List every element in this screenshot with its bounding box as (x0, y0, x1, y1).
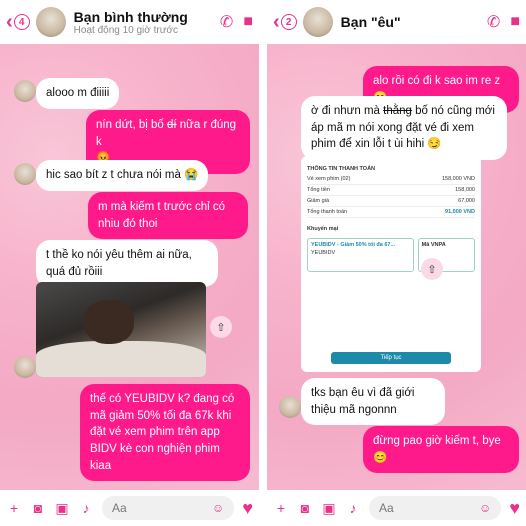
shared-photo[interactable] (36, 282, 206, 377)
coupon-title: Mã VNPA (421, 242, 446, 248)
unread-badge: 4 (13, 14, 30, 30)
message-outgoing: đừng pao giờ kiếm t, bye 😊 (363, 426, 519, 474)
coupon-title: YEUBIDV - Giảm 50% tối đa 67... (311, 242, 396, 248)
message-text: ờ đi nhưn mà (311, 105, 384, 117)
emoji-icon[interactable]: ☺ (479, 501, 491, 515)
payment-row: Tổng tiền 158,000 (307, 185, 475, 196)
contact-avatar-small (14, 163, 36, 185)
back-button[interactable]: ‹ 2 (273, 11, 297, 34)
continue-button[interactable]: Tiếp tục (331, 352, 451, 364)
contact-avatar-small (14, 80, 36, 102)
message-input[interactable]: Aa ☺ (369, 496, 502, 520)
image-icon[interactable]: ▣ (321, 500, 337, 517)
message-input-placeholder: Aa (112, 501, 127, 515)
payment-total: 91,000 VND (445, 209, 475, 215)
payment-value: 67,000 (458, 198, 475, 204)
video-call-icon[interactable]: ■ (510, 13, 520, 31)
phone-icon[interactable]: ✆ (487, 12, 500, 32)
payment-screenshot[interactable]: THÔNG TIN THANH TOÁN Vé xem phim (02) 158… (301, 156, 481, 372)
message-text: nín dứt, bị bố (96, 119, 167, 131)
coupon-card[interactable]: YEUBIDV - Giảm 50% tối đa 67... YEUBIDV (307, 238, 414, 272)
phone-icon[interactable]: ✆ (220, 12, 233, 32)
chat-header: ‹ 4 Bạn bình thường Hoạt động 10 giờ trướ… (0, 0, 259, 44)
composer-bar: + ◙ ▣ ♪ Aa ☺ ♥ (267, 490, 526, 526)
payment-item-row: Vé xem phim (02) 158,000 VND (307, 174, 475, 185)
plus-icon[interactable]: + (6, 500, 22, 516)
payment-label: Tổng thanh toán (307, 209, 348, 215)
contact-avatar-small (14, 356, 36, 378)
chat-header: ‹ 2 Bạn "êu" ✆ ■ (267, 0, 526, 44)
coupon-list: YEUBIDV - Giảm 50% tối đa 67... YEUBIDV … (307, 234, 475, 272)
struck-word: thằng (383, 105, 412, 117)
heart-icon[interactable]: ♥ (242, 498, 253, 519)
payment-item-price: 158,000 VND (441, 176, 475, 182)
contact-name: Bạn "êu" (340, 14, 401, 30)
composer-bar: + ◙ ▣ ♪ Aa ☺ ♥ (0, 490, 259, 526)
message-incoming: hic sao bít z t chưa nói mà 😭 (36, 160, 209, 191)
payment-row: Giảm giá 67,000 (307, 196, 475, 207)
video-call-icon[interactable]: ■ (243, 13, 253, 31)
emoji-icon[interactable]: ☺ (212, 501, 224, 515)
coupon-code: YEUBIDV (311, 250, 336, 256)
heart-icon[interactable]: ♥ (509, 498, 520, 519)
plus-icon[interactable]: + (273, 500, 289, 516)
message-input-placeholder: Aa (379, 501, 394, 515)
contact-status: Hoạt động 10 giờ trước (73, 24, 178, 36)
image-icon[interactable]: ▣ (54, 500, 70, 517)
message-incoming: tks bạn êu vì đã giới thiệu mã ngonnn (301, 378, 445, 426)
microphone-icon[interactable]: ♪ (345, 500, 361, 516)
contact-info[interactable]: Bạn "êu" (341, 14, 477, 30)
message-input[interactable]: Aa ☺ (102, 496, 235, 520)
payment-label: Tổng tiền (307, 187, 330, 193)
message-incoming: ờ đi nhưn mà thằng bố nó cũng mới áp mã … (301, 96, 507, 161)
struck-word: dí (167, 119, 177, 131)
promo-title: Khuyến mại (307, 226, 339, 232)
contact-avatar-small (279, 396, 301, 418)
message-outgoing: m mà kiếm t trước chỉ có nhiu đó thoi (88, 192, 248, 240)
contact-avatar[interactable] (302, 7, 333, 37)
message-outgoing: thế có YEUBIDV k? đang có mã giảm 50% tố… (80, 384, 250, 482)
payment-row: Tổng thanh toán 91,000 VND (307, 207, 475, 218)
share-icon[interactable]: ⇧ (210, 316, 232, 338)
payment-header: THÔNG TIN THANH TOÁN (307, 166, 376, 172)
payment-item: Vé xem phim (02) (307, 176, 351, 182)
camera-icon[interactable]: ◙ (30, 500, 46, 516)
payment-label: Giảm giá (307, 198, 330, 204)
payment-value: 158,000 (455, 187, 475, 193)
message-incoming: t thề ko nói yêu thêm ai nữa, quá đủ rồi… (36, 240, 218, 288)
contact-avatar[interactable] (35, 7, 66, 37)
share-icon[interactable]: ⇧ (421, 258, 443, 280)
message-incoming: alooo m điiiii (36, 78, 120, 109)
contact-info[interactable]: Bạn bình thường Hoạt động 10 giờ trước (74, 9, 210, 36)
photo-pillow (36, 341, 206, 377)
unread-badge: 2 (280, 14, 297, 30)
back-button[interactable]: ‹ 4 (6, 11, 30, 34)
contact-name: Bạn bình thường (73, 8, 188, 25)
camera-icon[interactable]: ◙ (297, 500, 313, 516)
photo-person (84, 300, 134, 344)
panel-divider (259, 0, 267, 526)
microphone-icon[interactable]: ♪ (78, 500, 94, 516)
right-chat-panel: ‹ 2 Bạn "êu" ✆ ■ alo rồi có đi k sao im r… (267, 0, 526, 526)
left-chat-panel: ‹ 4 Bạn bình thường Hoạt động 10 giờ trướ… (0, 0, 259, 526)
